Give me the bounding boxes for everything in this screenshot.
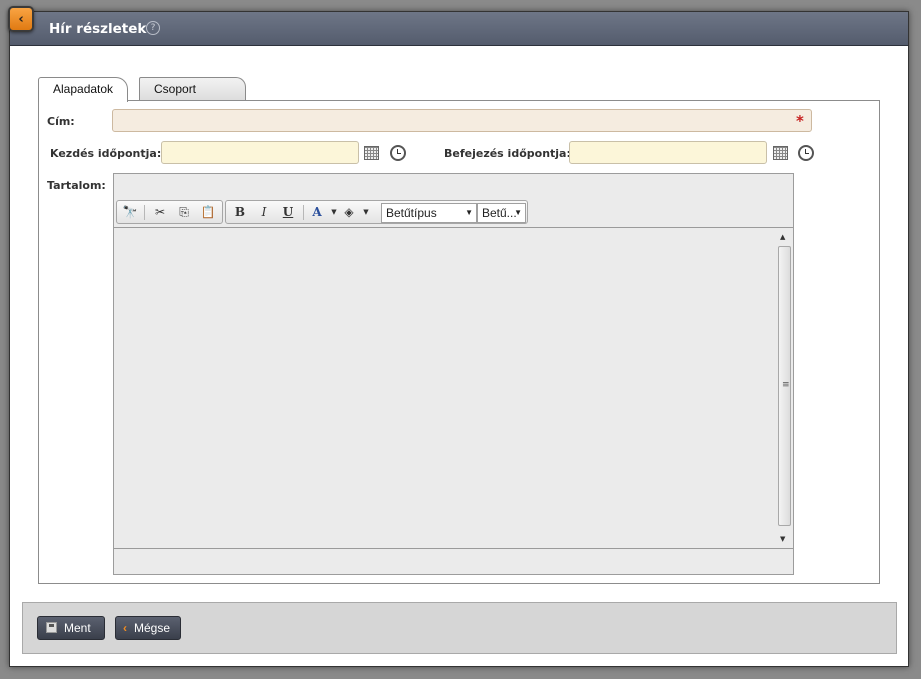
- scroll-up-icon[interactable]: ▲: [780, 233, 785, 241]
- floppy-disk-icon: [46, 622, 57, 633]
- italic-button[interactable]: I: [254, 203, 274, 222]
- start-date-input[interactable]: [161, 141, 359, 164]
- cut-icon[interactable]: ✂: [150, 203, 170, 222]
- grip-icon: ≡: [782, 380, 790, 390]
- window-title: Hír részletek: [49, 21, 147, 37]
- font-family-value: Betűtípus: [386, 206, 437, 220]
- tab-alapadatok[interactable]: Alapadatok: [38, 77, 129, 102]
- cim-input[interactable]: [112, 109, 812, 132]
- cancel-button[interactable]: ‹ Mégse: [115, 616, 181, 640]
- find-icon[interactable]: 🔭: [120, 203, 140, 222]
- calendar-icon[interactable]: [773, 146, 788, 160]
- scroll-down-icon[interactable]: ▼: [780, 535, 785, 543]
- end-date-input[interactable]: [569, 141, 767, 164]
- dialog-footer: Ment ‹ Mégse: [22, 602, 897, 654]
- font-size-value: Betű...: [482, 206, 517, 220]
- toolbar-separator: [144, 205, 145, 220]
- vertical-scrollbar[interactable]: ▲ ≡ ▼: [777, 230, 792, 548]
- tab-csoport-jogosultsagok[interactable]: Csoport jogosultságok: [139, 77, 247, 119]
- toolbar-group-format: B I U A ▼ ◈ ▼ Betűtípus ▼ Betű... ▼: [225, 200, 528, 224]
- content-label: Tartalom:: [47, 179, 106, 192]
- help-icon[interactable]: ?: [146, 21, 160, 35]
- cim-label: Cím:: [47, 115, 75, 128]
- toolbar-separator: [303, 205, 304, 220]
- cancel-button-label: Mégse: [134, 621, 171, 635]
- font-family-select[interactable]: Betűtípus ▼: [381, 203, 477, 223]
- back-button[interactable]: ‹: [8, 6, 34, 32]
- underline-button[interactable]: U: [278, 203, 298, 222]
- copy-icon[interactable]: ⎘: [174, 203, 194, 222]
- scrollbar-thumb[interactable]: ≡: [778, 246, 791, 526]
- chevron-down-icon[interactable]: ▼: [356, 203, 376, 222]
- toolbar-group-clipboard: 🔭 ✂ ⎘ 📋: [116, 200, 223, 224]
- editor-content-area[interactable]: ▲ ≡ ▼: [114, 227, 793, 549]
- tab-panel: Cím: * Kezdés időpontja: Befejezés időpo…: [38, 100, 880, 584]
- calendar-icon[interactable]: [364, 146, 379, 160]
- save-button-label: Ment: [64, 621, 91, 635]
- clock-icon[interactable]: [798, 145, 814, 161]
- dialog-window: ‹ Hír részletek ? Alapadatok Csoport jog…: [8, 6, 909, 667]
- chevron-down-icon: ▼: [514, 208, 522, 217]
- start-date-label: Kezdés időpontja:: [50, 147, 162, 160]
- save-button[interactable]: Ment: [37, 616, 105, 640]
- chevron-down-icon: ▼: [465, 208, 473, 217]
- end-date-label: Befejezés időpontja:: [444, 147, 571, 160]
- required-marker: *: [796, 112, 804, 130]
- chevron-left-icon: ‹: [123, 621, 127, 635]
- bold-button[interactable]: B: [230, 203, 250, 222]
- clock-icon[interactable]: [390, 145, 406, 161]
- rich-text-editor: 🔭 ✂ ⎘ 📋 B I U A ▼ ◈ ▼ Betűtípus ▼ Betű..…: [113, 173, 794, 575]
- chevron-left-icon: ‹: [18, 11, 24, 27]
- paste-icon[interactable]: 📋: [198, 203, 218, 222]
- title-bar: ‹ Hír részletek ?: [8, 6, 908, 46]
- font-size-select[interactable]: Betű... ▼: [477, 203, 526, 223]
